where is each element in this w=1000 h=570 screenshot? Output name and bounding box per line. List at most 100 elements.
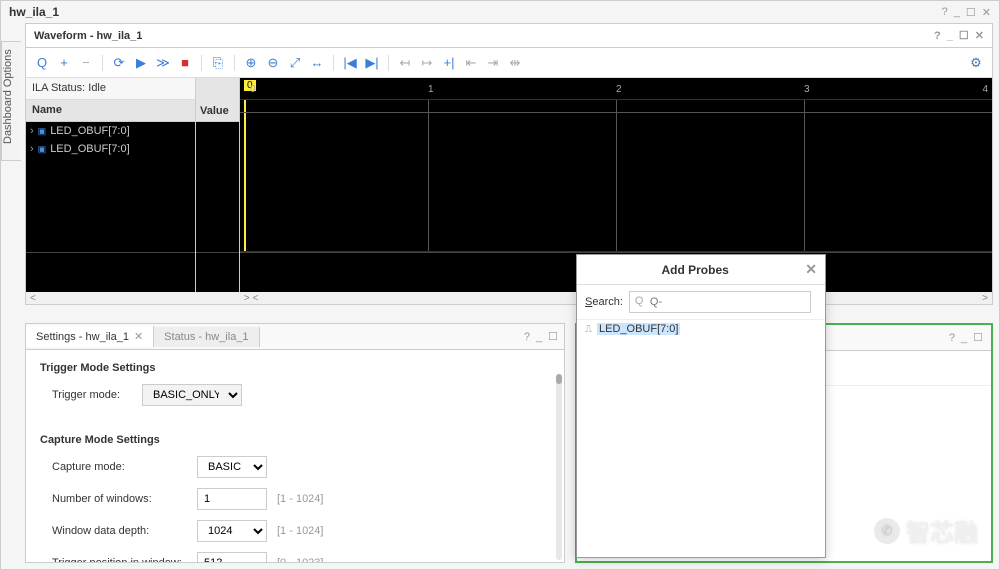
cursor-line[interactable] [244, 100, 246, 251]
align-left-icon[interactable]: ⇤ [461, 53, 481, 73]
trigger-mode-select[interactable]: BASIC_ONLY [142, 384, 242, 406]
stop-icon[interactable]: ■ [175, 53, 195, 73]
scrollbar[interactable] [556, 374, 562, 560]
minimize-icon[interactable]: _ [536, 331, 542, 343]
next-edge-icon[interactable]: ↦ [417, 53, 437, 73]
tab-settings[interactable]: Settings - hw_ila_1 ✕ [26, 326, 154, 347]
signal-name: LED_OBUF[7:0] [50, 143, 129, 155]
search-input[interactable] [629, 291, 811, 313]
maximize-icon[interactable]: ☐ [973, 331, 983, 344]
scroll-right-icon[interactable]: > [978, 293, 992, 304]
depth-hint: [1 - 1024] [277, 525, 323, 537]
cursor-icon[interactable]: ↔ [307, 53, 327, 73]
signal-value-column: Value [196, 78, 240, 292]
align-center-icon[interactable]: ⇹ [505, 53, 525, 73]
main-area: Waveform - hw_ila_1 ? _ ☐ ✕ Q + − ⟳ ▶ ≫ … [25, 23, 993, 563]
help-icon[interactable]: ? [949, 332, 955, 344]
go-first-icon[interactable]: |◀ [340, 53, 360, 73]
ila-status: ILA Status: Idle [26, 78, 195, 100]
capture-mode-row: Capture mode: BASIC [40, 456, 550, 478]
maximize-icon[interactable]: ☐ [959, 29, 969, 42]
tab-status[interactable]: Status - hw_ila_1 [154, 327, 259, 347]
close-icon[interactable]: ✕ [982, 6, 991, 19]
refresh-icon[interactable]: ⟳ [109, 53, 129, 73]
minimize-icon[interactable]: _ [947, 30, 953, 42]
separator [234, 55, 235, 71]
tab-label: Status - hw_ila_1 [164, 331, 248, 343]
value-list [196, 122, 239, 252]
signal-row[interactable]: › ▣ LED_OBUF[7:0] [26, 122, 195, 140]
signal-row[interactable]: › ▣ LED_OBUF[7:0] [26, 140, 195, 158]
zoom-fit-icon[interactable]: ⤢ [285, 53, 305, 73]
zoom-out-icon[interactable]: ⊖ [263, 53, 283, 73]
remove-icon[interactable]: − [76, 53, 96, 73]
scroll-split-icon[interactable]: > < [240, 293, 262, 304]
settings-panel: Settings - hw_ila_1 ✕ Status - hw_ila_1 … [25, 323, 565, 563]
separator [333, 55, 334, 71]
expand-icon[interactable]: › [30, 125, 34, 137]
tab-label: Settings - hw_ila_1 [36, 331, 129, 343]
gear-icon[interactable]: ⚙ [966, 53, 986, 73]
num-windows-input[interactable] [197, 488, 267, 510]
wechat-icon: ✆ [874, 518, 900, 544]
help-icon[interactable]: ? [524, 331, 530, 343]
tick-label: 1 [428, 84, 434, 95]
watermark-text: 智芯融 [906, 513, 978, 548]
maximize-icon[interactable]: ☐ [966, 6, 976, 19]
bus-icon: ▣ [38, 126, 47, 137]
trigpos-row: Trigger position in window: [0 - 1023] [40, 552, 550, 562]
depth-label: Window data depth: [52, 525, 197, 537]
time-ruler[interactable]: 0 0 1 2 3 4 [240, 78, 992, 100]
trigpos-input[interactable] [197, 552, 267, 562]
search-icon[interactable]: Q [32, 53, 52, 73]
add-probes-dialog: Add Probes ✕ Search: Q ⎍ LED_OBUF[7:0] [576, 254, 826, 558]
maximize-icon[interactable]: ☐ [548, 330, 558, 343]
expand-icon[interactable]: › [30, 143, 34, 155]
value-footer [196, 252, 239, 292]
waveform-window-controls: ? _ ☐ ✕ [934, 29, 984, 42]
waveform-scrollbar[interactable]: < > < > [26, 292, 992, 304]
scroll-left-icon[interactable]: < [26, 293, 40, 304]
help-icon[interactable]: ? [934, 30, 941, 42]
main-window: hw_ila_1 ? _ ☐ ✕ Dashboard Options Wavef… [0, 0, 1000, 570]
main-title: hw_ila_1 [9, 5, 59, 19]
go-last-icon[interactable]: ▶| [362, 53, 382, 73]
fast-forward-icon[interactable]: ≫ [153, 53, 173, 73]
tick-label: 2 [616, 84, 622, 95]
popup-titlebar: Add Probes ✕ [577, 255, 825, 285]
probe-list: ⎍ LED_OBUF[7:0] [577, 320, 825, 557]
scroll-thumb[interactable] [556, 374, 562, 384]
close-icon[interactable]: ✕ [975, 29, 984, 42]
gridline [240, 112, 992, 113]
export-icon[interactable]: ⎘ [208, 53, 228, 73]
popup-search-row: Search: Q [577, 285, 825, 320]
add-marker-icon[interactable]: +| [439, 53, 459, 73]
dashboard-options-tab[interactable]: Dashboard Options [1, 41, 21, 161]
align-right-icon[interactable]: ⇥ [483, 53, 503, 73]
add-icon[interactable]: + [54, 53, 74, 73]
capture-mode-select[interactable]: BASIC [197, 456, 267, 478]
probe-label: LED_OBUF[7:0] [597, 323, 680, 335]
popup-title: Add Probes [585, 263, 805, 277]
help-icon[interactable]: ? [942, 6, 948, 18]
name-footer [26, 252, 195, 292]
depth-select[interactable]: 1024 [197, 520, 267, 542]
play-icon[interactable]: ▶ [131, 53, 151, 73]
minimize-icon[interactable]: _ [961, 332, 967, 344]
search-label: Search: [585, 296, 623, 308]
close-icon[interactable]: ✕ [805, 261, 817, 278]
probe-icon: ⎍ [585, 324, 592, 335]
waveform-panel: Waveform - hw_ila_1 ? _ ☐ ✕ Q + − ⟳ ▶ ≫ … [25, 23, 993, 305]
prev-edge-icon[interactable]: ↤ [395, 53, 415, 73]
waveform-canvas[interactable] [240, 100, 992, 252]
minimize-icon[interactable]: _ [954, 6, 960, 18]
close-tab-icon[interactable]: ✕ [134, 330, 143, 343]
waveform-body: ILA Status: Idle Name › ▣ LED_OBUF[7:0] … [26, 78, 992, 292]
depth-row: Window data depth: 1024 [1 - 1024] [40, 520, 550, 542]
gridline [804, 100, 805, 251]
tick-label: 3 [804, 84, 810, 95]
gridline [428, 100, 429, 251]
zoom-in-icon[interactable]: ⊕ [241, 53, 261, 73]
main-titlebar: hw_ila_1 ? _ ☐ ✕ [1, 1, 999, 23]
probe-item[interactable]: ⎍ LED_OBUF[7:0] [577, 320, 825, 338]
